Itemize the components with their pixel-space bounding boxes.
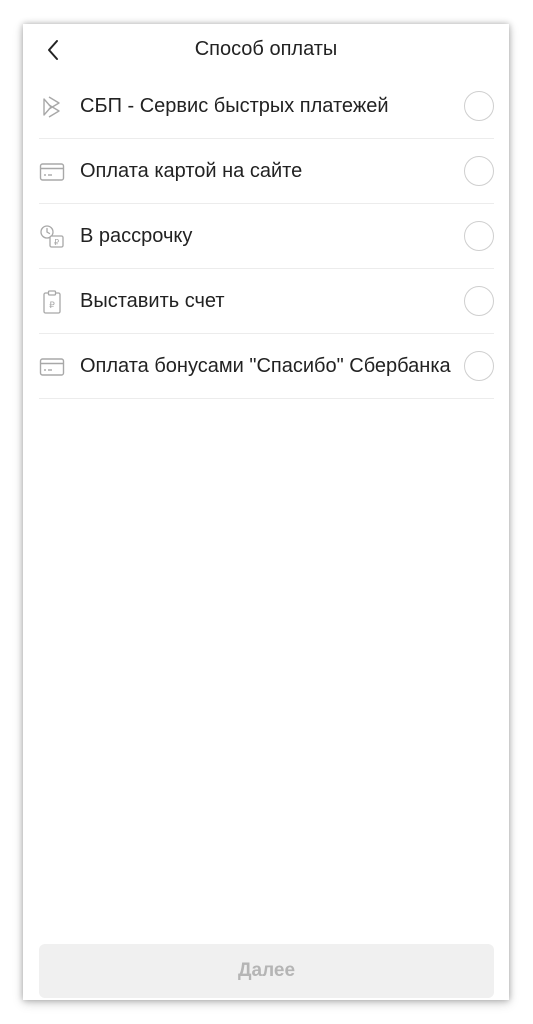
installment-icon: ₽ <box>39 224 65 250</box>
payment-option-label: СБП - Сервис быстрых платежей <box>80 95 389 117</box>
canvas: Способ оплаты СБП - Сервис быстрых плате… <box>0 0 533 1024</box>
svg-text:₽: ₽ <box>54 238 59 247</box>
payment-option-label: Оплата бонусами "Спасибо" Сбербанка <box>80 355 451 377</box>
radio-button[interactable] <box>464 221 494 251</box>
svg-text:₽: ₽ <box>49 301 55 311</box>
payment-option-sbp[interactable]: СБП - Сервис быстрых платежей <box>39 74 494 139</box>
radio-button[interactable] <box>464 156 494 186</box>
page-title: Способ оплаты <box>194 38 338 60</box>
continue-button[interactable]: Далее <box>39 944 494 998</box>
payment-option-invoice[interactable]: ₽ Выставить счет <box>39 269 494 334</box>
payment-option-label: Оплата картой на сайте <box>80 160 303 182</box>
payment-option-label: В рассрочку <box>80 225 193 247</box>
card-icon <box>39 354 65 380</box>
header: Способ оплаты <box>23 24 509 74</box>
continue-button-label: Далее <box>237 960 296 981</box>
radio-button[interactable] <box>464 351 494 381</box>
payment-option-spasibo-bonuses[interactable]: Оплата бонусами "Спасибо" Сбербанка <box>39 334 494 399</box>
radio-button[interactable] <box>464 91 494 121</box>
sbp-icon <box>39 94 65 120</box>
payment-option-installment[interactable]: ₽ В рассрочку <box>39 204 494 269</box>
payment-method-screen: Способ оплаты СБП - Сервис быстрых плате… <box>23 24 509 1000</box>
invoice-icon: ₽ <box>39 289 65 315</box>
payment-methods-list: СБП - Сервис быстрых платежей Оплата кар… <box>39 74 494 399</box>
card-icon <box>39 159 65 185</box>
payment-option-card[interactable]: Оплата картой на сайте <box>39 139 494 204</box>
payment-option-label: Выставить счет <box>80 290 225 312</box>
radio-button[interactable] <box>464 286 494 316</box>
